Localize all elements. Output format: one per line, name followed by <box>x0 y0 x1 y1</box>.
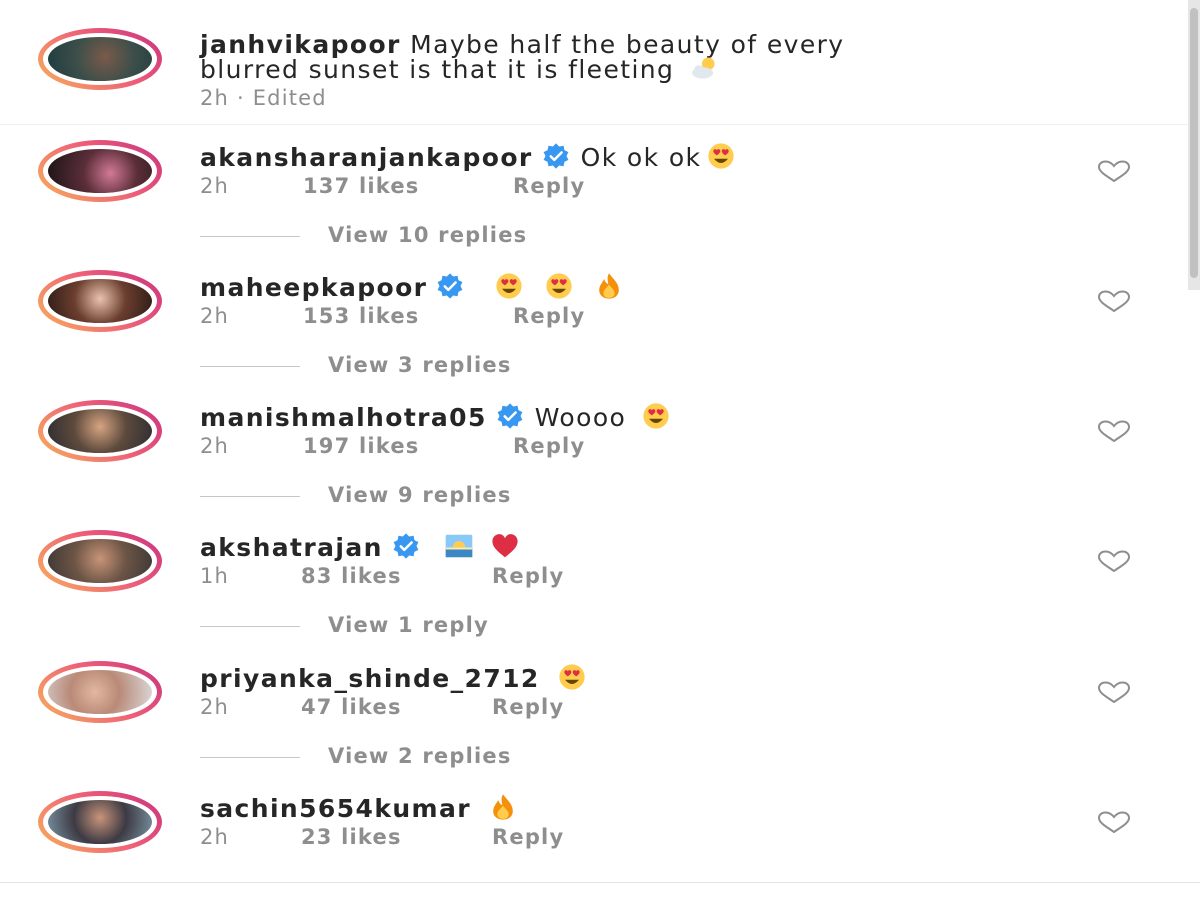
comment: priyanka_shinde_2712 2h 47 likes Reply V… <box>0 659 1188 790</box>
heart-outline-icon[interactable] <box>1096 811 1132 833</box>
comment: akansharanjankapoor Ok ok ok 2h 137 likes… <box>0 138 1188 269</box>
caption-meta: 2h · Edited <box>200 86 327 110</box>
comment-likes[interactable]: 197 likes <box>303 434 420 458</box>
divider <box>0 124 1188 125</box>
replies-divider <box>200 757 300 758</box>
avatar[interactable] <box>38 28 162 90</box>
comment: manishmalhotra05 Woooo 2h 197 likes Reply… <box>0 398 1188 529</box>
heart-eyes-emoji-icon <box>539 272 579 300</box>
comment-time: 1h <box>200 564 230 588</box>
post-caption: janhvikapoor Maybe half the beauty of ev… <box>0 0 1188 124</box>
comment-time: 2h <box>200 434 230 458</box>
comment-time: 2h <box>200 304 230 328</box>
view-replies-label[interactable]: View 1 reply <box>328 613 489 637</box>
heart-outline-icon[interactable] <box>1096 681 1132 703</box>
view-replies-label[interactable]: View 2 replies <box>328 744 512 768</box>
comment-time: 2h <box>200 174 230 198</box>
fire-emoji-icon <box>483 793 523 821</box>
caption-text-continued: blurred sunset is that it is fleeting <box>200 55 675 84</box>
comment-username[interactable]: sachin5654kumar <box>200 794 471 823</box>
verified-badge-icon <box>537 142 575 170</box>
comment: akshatrajan 1h 83 likes Reply View 1 rep… <box>0 528 1188 659</box>
comment-username[interactable]: manishmalhotra05 <box>200 403 487 432</box>
avatar[interactable] <box>38 270 162 332</box>
comment-likes[interactable]: 137 likes <box>303 174 420 198</box>
comment-username[interactable]: akansharanjankapoor <box>200 143 533 172</box>
heart-eyes-emoji-icon <box>636 402 676 430</box>
heart-eyes-emoji-icon <box>489 272 529 300</box>
comment-likes[interactable]: 153 likes <box>303 304 420 328</box>
heart-eyes-emoji-icon <box>552 663 592 691</box>
avatar[interactable] <box>38 140 162 202</box>
comment: maheepkapoor 2h 153 likes Reply View 3 r… <box>0 268 1188 399</box>
reply-button[interactable]: Reply <box>492 825 564 849</box>
heart-outline-icon[interactable] <box>1096 290 1132 312</box>
avatar[interactable] <box>38 791 162 853</box>
avatar[interactable] <box>38 400 162 462</box>
reply-button[interactable]: Reply <box>513 304 585 328</box>
verified-badge-icon <box>387 532 425 560</box>
heart-eyes-emoji-icon <box>701 142 741 170</box>
view-replies-label[interactable]: View 3 replies <box>328 353 512 377</box>
comment-username[interactable]: akshatrajan <box>200 533 383 562</box>
bottom-bar <box>0 882 1200 901</box>
sun-behind-cloud-icon <box>684 54 724 82</box>
view-replies-label[interactable]: View 10 replies <box>328 223 527 247</box>
heart-outline-icon[interactable] <box>1096 550 1132 572</box>
comment-time: 2h <box>200 825 230 849</box>
reply-button[interactable]: Reply <box>513 434 585 458</box>
avatar[interactable] <box>38 530 162 592</box>
comment-username[interactable]: priyanka_shinde_2712 <box>200 664 540 693</box>
reply-button[interactable]: Reply <box>492 564 564 588</box>
verified-badge-icon <box>431 272 469 300</box>
view-replies-label[interactable]: View 9 replies <box>328 483 512 507</box>
heart-outline-icon[interactable] <box>1096 420 1132 442</box>
replies-divider <box>200 496 300 497</box>
sunrise-emoji-icon <box>439 532 479 560</box>
comment-likes[interactable]: 23 likes <box>301 825 402 849</box>
reply-button[interactable]: Reply <box>492 695 564 719</box>
heart-outline-icon[interactable] <box>1096 160 1132 182</box>
comment-likes[interactable]: 83 likes <box>301 564 402 588</box>
fire-emoji-icon <box>589 272 629 300</box>
comment-text: Ok ok ok <box>580 143 702 172</box>
comment-likes[interactable]: 47 likes <box>301 695 402 719</box>
comment-text: Woooo <box>534 403 627 432</box>
replies-divider <box>200 366 300 367</box>
replies-divider <box>200 626 300 627</box>
replies-divider <box>200 236 300 237</box>
reply-button[interactable]: Reply <box>513 174 585 198</box>
red-heart-emoji-icon <box>485 532 525 560</box>
verified-badge-icon <box>491 402 529 430</box>
comment-time: 2h <box>200 695 230 719</box>
comment-username[interactable]: maheepkapoor <box>200 273 427 302</box>
avatar[interactable] <box>38 661 162 723</box>
scrollbar[interactable] <box>1188 0 1200 290</box>
